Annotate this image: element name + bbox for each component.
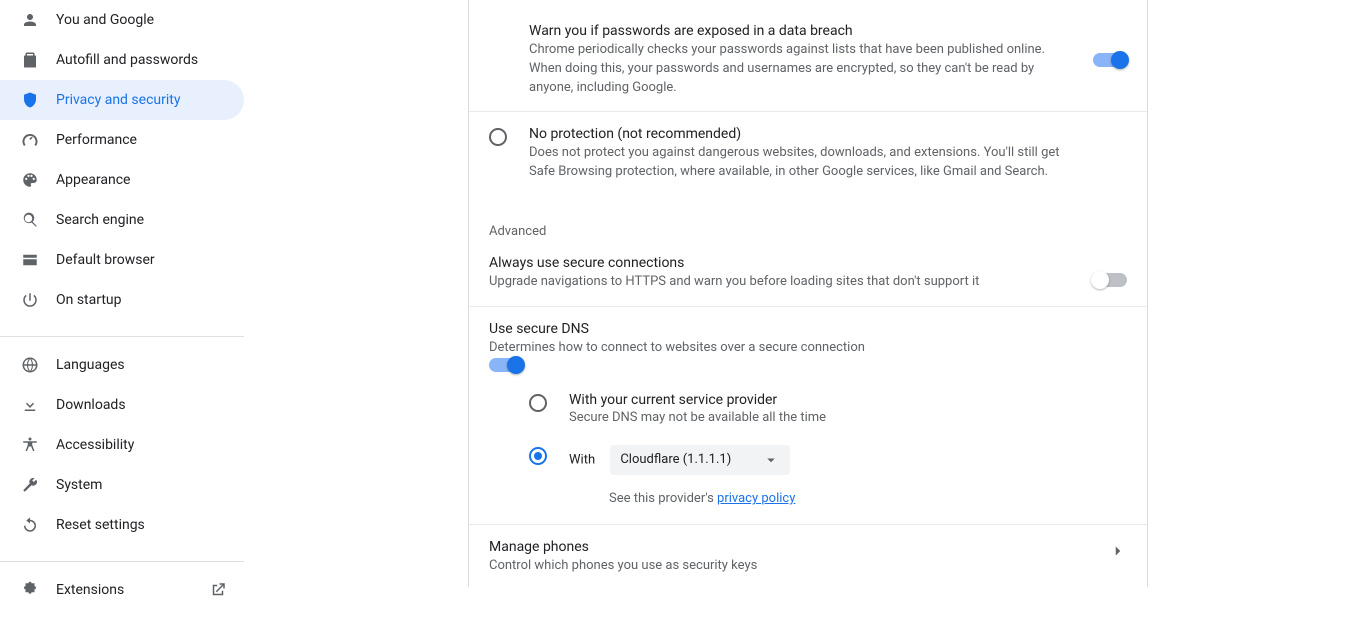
secure-dns-block: Use secure DNS Determines how to connect… — [469, 306, 1147, 524]
sidebar-group-2: Languages Downloads Accessibility System… — [0, 345, 244, 553]
sidebar-item-label: Performance — [56, 132, 244, 148]
always-https-title: Always use secure connections — [489, 255, 1067, 271]
dns-option-custom-provider[interactable]: With Cloudflare (1.1.1.1) — [529, 435, 1127, 486]
row-manage-phones[interactable]: Manage phones Control which phones you u… — [469, 524, 1147, 576]
sidebar-item-you-and-google[interactable]: You and Google — [0, 0, 244, 40]
dns-provider-dropdown[interactable]: Cloudflare (1.1.1.1) — [610, 445, 790, 475]
secure-dns-desc: Determines how to connect to websites ov… — [489, 339, 1127, 358]
sidebar-item-downloads[interactable]: Downloads — [0, 385, 244, 425]
sidebar-item-label: You and Google — [56, 12, 244, 28]
sidebar-item-label: Privacy and security — [56, 92, 244, 108]
shield-icon — [20, 90, 40, 110]
dns-current-provider-radio[interactable] — [529, 394, 547, 412]
palette-icon — [20, 170, 40, 190]
power-icon — [20, 290, 40, 310]
sidebar-item-default-browser[interactable]: Default browser — [0, 240, 244, 280]
dns-current-provider-title: With your current service provider — [569, 392, 1127, 408]
dns-provider-note: See this provider's privacy policy — [529, 485, 1127, 514]
sidebar-item-extensions[interactable]: Extensions — [0, 570, 244, 610]
sidebar-item-accessibility[interactable]: Accessibility — [0, 425, 244, 465]
advanced-section-label: Advanced — [469, 196, 1147, 255]
dns-current-provider-desc: Secure DNS may not be available all the … — [569, 410, 1127, 425]
radio-placeholder — [489, 23, 529, 25]
sidebar-item-performance[interactable]: Performance — [0, 120, 244, 160]
sidebar-item-label: Default browser — [56, 252, 244, 268]
sidebar-item-label: Extensions — [56, 582, 208, 598]
sidebar-group-3: Extensions — [0, 570, 244, 618]
row-no-protection[interactable]: No protection (not recommended) Does not… — [469, 111, 1147, 196]
row-safe-browsing-fragment: Google, to help discover new threats and… — [469, 0, 1147, 9]
reset-icon — [20, 515, 40, 535]
search-icon — [20, 210, 40, 230]
sidebar-item-privacy-security[interactable]: Privacy and security — [0, 80, 244, 120]
row-warn-passwords: Warn you if passwords are exposed in a d… — [469, 9, 1147, 112]
sidebar-item-appearance[interactable]: Appearance — [0, 160, 244, 200]
sidebar-item-label: Downloads — [56, 397, 244, 413]
no-protection-radio[interactable] — [489, 128, 507, 146]
wrench-icon — [20, 475, 40, 495]
speed-icon — [20, 130, 40, 150]
sidebar-group-1: You and Google Autofill and passwords Pr… — [0, 0, 244, 328]
no-protection-title: No protection (not recommended) — [529, 126, 1067, 142]
sidebar-item-label: Languages — [56, 357, 244, 373]
dns-custom-provider-radio[interactable] — [529, 447, 547, 465]
sidebar-item-label: Appearance — [56, 172, 244, 188]
secure-dns-sub-options: With your current service provider Secur… — [489, 372, 1127, 515]
sidebar-item-label: Reset settings — [56, 517, 244, 533]
sidebar-item-on-startup[interactable]: On startup — [0, 280, 244, 320]
sidebar-item-label: On startup — [56, 292, 244, 308]
always-https-toggle[interactable] — [1093, 273, 1127, 287]
sidebar-divider — [0, 561, 244, 562]
accessibility-icon — [20, 435, 40, 455]
warn-passwords-title: Warn you if passwords are exposed in a d… — [529, 23, 1067, 39]
dns-with-label: With — [569, 452, 595, 467]
download-icon — [20, 395, 40, 415]
clipboard-icon — [20, 50, 40, 70]
sidebar-item-reset-settings[interactable]: Reset settings — [0, 505, 244, 545]
sidebar-divider — [0, 336, 244, 337]
sidebar-item-label: Accessibility — [56, 437, 244, 453]
person-icon — [20, 10, 40, 30]
settings-sidebar: You and Google Autofill and passwords Pr… — [0, 0, 244, 587]
sidebar-item-label: System — [56, 477, 244, 493]
sidebar-item-label: Autofill and passwords — [56, 52, 244, 68]
sidebar-item-languages[interactable]: Languages — [0, 345, 244, 385]
secure-dns-title: Use secure DNS — [489, 321, 1127, 337]
warn-passwords-toggle[interactable] — [1093, 53, 1127, 67]
sidebar-item-label: Search engine — [56, 212, 244, 228]
warn-passwords-desc: Chrome periodically checks your password… — [529, 41, 1067, 98]
manage-phones-desc: Control which phones you use as security… — [489, 557, 1127, 576]
chevron-right-icon — [1109, 542, 1127, 560]
sidebar-item-system[interactable]: System — [0, 465, 244, 505]
globe-icon — [20, 355, 40, 375]
dns-provider-value: Cloudflare (1.1.1.1) — [620, 452, 731, 467]
extension-icon — [20, 580, 40, 600]
dns-privacy-policy-link[interactable]: privacy policy — [717, 491, 795, 506]
dns-option-current-provider[interactable]: With your current service provider Secur… — [529, 382, 1127, 435]
row-always-https: Always use secure connections Upgrade na… — [469, 255, 1147, 306]
dns-provider-note-prefix: See this provider's — [609, 491, 717, 506]
chevron-down-icon — [762, 451, 780, 469]
always-https-desc: Upgrade navigations to HTTPS and warn yo… — [489, 273, 1067, 292]
sidebar-item-search-engine[interactable]: Search engine — [0, 200, 244, 240]
manage-phones-title: Manage phones — [489, 539, 1127, 555]
settings-main: Google, to help discover new threats and… — [244, 0, 1372, 587]
open-in-new-icon — [208, 580, 228, 600]
sidebar-item-autofill[interactable]: Autofill and passwords — [0, 40, 244, 80]
secure-dns-toggle[interactable] — [489, 358, 523, 372]
settings-card: Google, to help discover new threats and… — [468, 0, 1148, 587]
no-protection-desc: Does not protect you against dangerous w… — [529, 144, 1067, 182]
browser-icon — [20, 250, 40, 270]
